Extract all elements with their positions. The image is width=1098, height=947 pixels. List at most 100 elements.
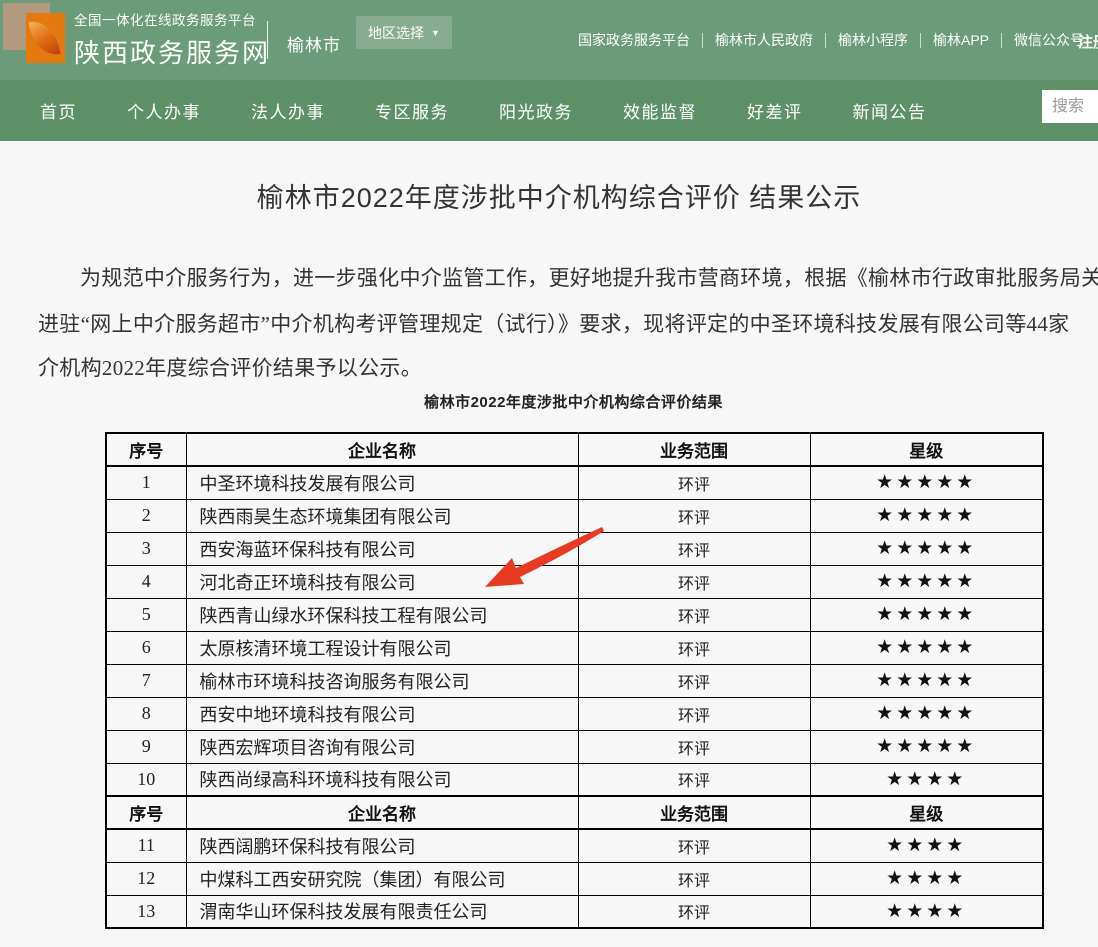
business-scope: 环评 bbox=[578, 565, 810, 598]
site-title: 陕西政务服务网 bbox=[74, 33, 270, 70]
register-link[interactable]: 注册 bbox=[1078, 31, 1098, 52]
table-caption: 榆林市2022年度涉批中介机构综合评价结果 bbox=[105, 391, 1042, 412]
company-name: 西安中地环境科技有限公司 bbox=[186, 697, 578, 730]
header-link[interactable]: 微信公众号 bbox=[1014, 30, 1084, 50]
brand-block: 全国一体化在线政务服务平台 陕西政务服务网 bbox=[74, 9, 270, 70]
column-header: 企业名称 bbox=[186, 433, 578, 466]
link-separator bbox=[825, 33, 826, 48]
header-link[interactable]: 榆林小程序 bbox=[838, 30, 908, 50]
company-name: 榆林市环境科技咨询服务有限公司 bbox=[186, 664, 578, 697]
star-rating: ★★★★ bbox=[810, 763, 1043, 796]
company-name: 太原核清环境工程设计有限公司 bbox=[186, 631, 578, 664]
row-index: 6 bbox=[106, 631, 186, 664]
table-header-row: 序号企业名称业务范围星级 bbox=[106, 433, 1043, 466]
site-header: 全国一体化在线政务服务平台 陕西政务服务网 榆林市 地区选择 ▼ 国家政务服务平… bbox=[0, 0, 1098, 80]
nav-item-1[interactable]: 首页 bbox=[40, 98, 77, 123]
results-table-body: 序号企业名称业务范围星级1中圣环境科技发展有限公司环评★★★★★2陕西雨昊生态环… bbox=[106, 433, 1043, 928]
table-row: 1中圣环境科技发展有限公司环评★★★★★ bbox=[106, 466, 1043, 499]
star-rating: ★★★★★ bbox=[810, 697, 1043, 730]
region-select-label: 地区选择 bbox=[368, 23, 424, 43]
company-name: 陕西阔鹏环保科技有限公司 bbox=[186, 829, 578, 862]
nav-item-6[interactable]: 效能监督 bbox=[623, 98, 697, 123]
nav-item-7[interactable]: 好差评 bbox=[747, 98, 803, 123]
row-index: 11 bbox=[106, 829, 186, 862]
page-title: 榆林市2022年度涉批中介机构综合评价 结果公示 bbox=[0, 176, 1098, 215]
column-header: 业务范围 bbox=[578, 796, 810, 829]
row-index: 10 bbox=[106, 763, 186, 796]
header-links: 国家政务服务平台 榆林市人民政府 榆林小程序 榆林APP 微信公众号 bbox=[578, 0, 1084, 80]
site-logo[interactable] bbox=[3, 3, 67, 65]
business-scope: 环评 bbox=[578, 862, 810, 895]
announcement-paragraph-line: 为规范中介服务行为，进一步强化中介监管工作，更好地提升我市营商环境，根据《榆林市… bbox=[80, 262, 1098, 292]
table-row: 5陕西青山绿水环保科技工程有限公司环评★★★★★ bbox=[106, 598, 1043, 631]
header-link[interactable]: 国家政务服务平台 bbox=[578, 30, 690, 50]
platform-label: 全国一体化在线政务服务平台 bbox=[74, 9, 270, 29]
link-separator bbox=[702, 33, 703, 48]
logo-front-square bbox=[26, 13, 65, 63]
results-table: 序号企业名称业务范围星级1中圣环境科技发展有限公司环评★★★★★2陕西雨昊生态环… bbox=[105, 432, 1044, 929]
table-row: 8西安中地环境科技有限公司环评★★★★★ bbox=[106, 697, 1043, 730]
nav-item-4[interactable]: 专区服务 bbox=[375, 98, 449, 123]
company-name: 中煤科工西安研究院（集团）有限公司 bbox=[186, 862, 578, 895]
star-rating: ★★★★★ bbox=[810, 730, 1043, 763]
row-index: 13 bbox=[106, 895, 186, 928]
table-row: 10陕西尚绿高科环境科技有限公司环评★★★★ bbox=[106, 763, 1043, 796]
star-rating: ★★★★★ bbox=[810, 499, 1043, 532]
nav-item-3[interactable]: 法人办事 bbox=[251, 98, 325, 123]
header-link[interactable]: 榆林市人民政府 bbox=[715, 30, 813, 50]
company-name: 陕西尚绿高科环境科技有限公司 bbox=[186, 763, 578, 796]
announcement-paragraph-line: 进驻“网上中介服务超市”中介机构考评管理规定（试行）》要求，现将评定的中圣环境科… bbox=[38, 308, 1069, 338]
link-separator bbox=[920, 33, 921, 48]
announcement-paragraph-line: 介机构2022年度综合评价结果予以公示。 bbox=[38, 352, 422, 382]
column-header: 序号 bbox=[106, 433, 186, 466]
star-rating: ★★★★★ bbox=[810, 565, 1043, 598]
business-scope: 环评 bbox=[578, 730, 810, 763]
table-header-row: 序号企业名称业务范围星级 bbox=[106, 796, 1043, 829]
link-separator bbox=[1001, 33, 1002, 48]
star-rating: ★★★★★ bbox=[810, 664, 1043, 697]
column-header: 星级 bbox=[810, 796, 1043, 829]
table-row: 12中煤科工西安研究院（集团）有限公司环评★★★★ bbox=[106, 862, 1043, 895]
business-scope: 环评 bbox=[578, 598, 810, 631]
nav-item-8[interactable]: 新闻公告 bbox=[853, 98, 927, 123]
row-index: 1 bbox=[106, 466, 186, 499]
business-scope: 环评 bbox=[578, 631, 810, 664]
main-nav: 首页 个人办事 法人办事 专区服务 阳光政务 效能监督 好差评 新闻公告 bbox=[0, 80, 1098, 141]
table-row: 6太原核清环境工程设计有限公司环评★★★★★ bbox=[106, 631, 1043, 664]
column-header: 企业名称 bbox=[186, 796, 578, 829]
company-name: 陕西宏辉项目咨询有限公司 bbox=[186, 730, 578, 763]
row-index: 7 bbox=[106, 664, 186, 697]
business-scope: 环评 bbox=[578, 763, 810, 796]
row-index: 8 bbox=[106, 697, 186, 730]
region-select-button[interactable]: 地区选择 ▼ bbox=[356, 16, 452, 49]
leaf-icon bbox=[29, 18, 61, 57]
table-row: 4河北奇正环境科技有限公司环评★★★★★ bbox=[106, 565, 1043, 598]
company-name: 渭南华山环保科技发展有限责任公司 bbox=[186, 895, 578, 928]
company-name: 河北奇正环境科技有限公司 bbox=[186, 565, 578, 598]
table-row: 3西安海蓝环保科技有限公司环评★★★★★ bbox=[106, 532, 1043, 565]
current-city-label: 榆林市 bbox=[287, 31, 341, 56]
business-scope: 环评 bbox=[578, 697, 810, 730]
search-input[interactable] bbox=[1042, 90, 1098, 123]
chevron-down-icon: ▼ bbox=[431, 28, 440, 38]
nav-item-2[interactable]: 个人办事 bbox=[127, 98, 201, 123]
nav-item-5[interactable]: 阳光政务 bbox=[499, 98, 573, 123]
brand-divider bbox=[267, 21, 268, 59]
star-rating: ★★★★★ bbox=[810, 466, 1043, 499]
header-link[interactable]: 榆林APP bbox=[933, 30, 989, 50]
business-scope: 环评 bbox=[578, 499, 810, 532]
company-name: 陕西青山绿水环保科技工程有限公司 bbox=[186, 598, 578, 631]
table-row: 11陕西阔鹏环保科技有限公司环评★★★★ bbox=[106, 829, 1043, 862]
star-rating: ★★★★★ bbox=[810, 598, 1043, 631]
business-scope: 环评 bbox=[578, 829, 810, 862]
star-rating: ★★★★★ bbox=[810, 631, 1043, 664]
column-header: 星级 bbox=[810, 433, 1043, 466]
business-scope: 环评 bbox=[578, 466, 810, 499]
row-index: 5 bbox=[106, 598, 186, 631]
row-index: 9 bbox=[106, 730, 186, 763]
row-index: 4 bbox=[106, 565, 186, 598]
row-index: 2 bbox=[106, 499, 186, 532]
column-header: 业务范围 bbox=[578, 433, 810, 466]
table-row: 7榆林市环境科技咨询服务有限公司环评★★★★★ bbox=[106, 664, 1043, 697]
star-rating: ★★★★★ bbox=[810, 532, 1043, 565]
